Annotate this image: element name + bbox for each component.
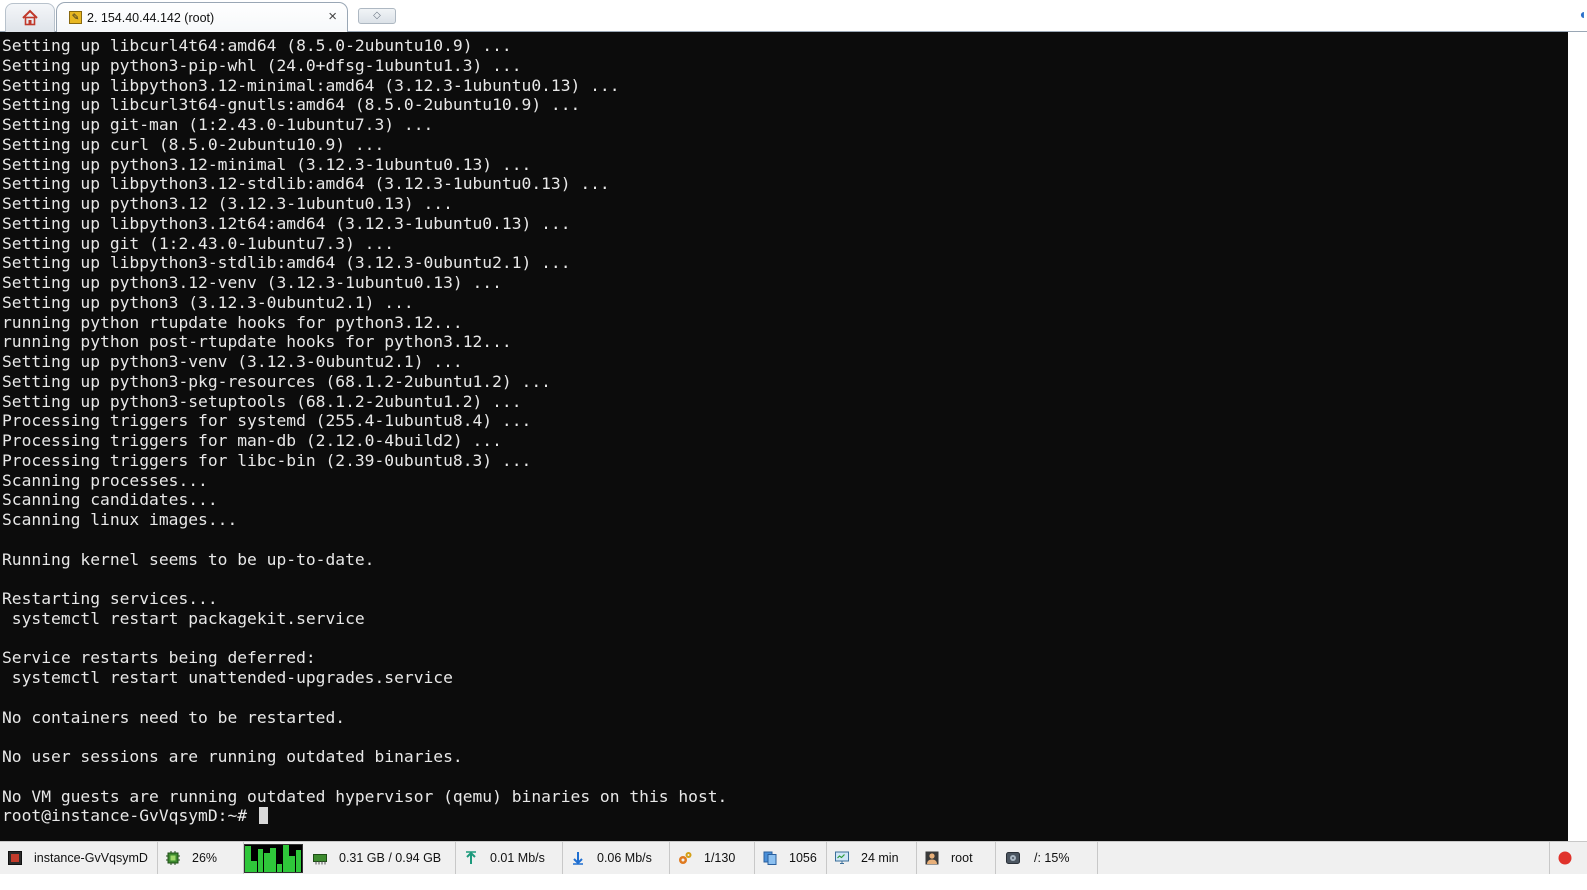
status-upload-value: 0.01 Mb/s [490, 851, 545, 865]
terminal-line: Setting up python3 (3.12.3-0ubuntu2.1) .… [2, 292, 414, 312]
cpu-graph-bar [251, 861, 258, 872]
status-host[interactable]: instance-GvVqsymD [0, 842, 158, 874]
terminal-line: Scanning processes... [2, 470, 208, 490]
terminal-line: running python rtupdate hooks for python… [2, 312, 463, 332]
user-icon [925, 851, 939, 865]
cpu-graph [244, 844, 303, 873]
terminal-line: Setting up libcurl4t64:amd64 (8.5.0-2ubu… [2, 36, 512, 55]
terminal-icon: ✎ [69, 11, 82, 24]
terminal-line: Setting up git (1:2.43.0-1ubuntu7.3) ... [2, 233, 395, 253]
terminal-line: running python post-rtupdate hooks for p… [2, 332, 512, 352]
terminal-line: No user sessions are running outdated bi… [2, 747, 463, 766]
cpu-icon [166, 851, 180, 865]
terminal-line: Setting up libpython3.12t64:amd64 (3.12.… [2, 213, 571, 233]
server-icon [8, 851, 22, 865]
terminal-line: Setting up python3-pkg-resources (68.1.2… [2, 371, 551, 391]
terminal-line: Setting up python3.12 (3.12.3-1ubuntu0.1… [2, 194, 453, 213]
terminal-line: Setting up curl (8.5.0-2ubuntu10.9) ... [2, 134, 385, 154]
terminal-line: Setting up python3-pip-whl (24.0+dfsg-1u… [2, 55, 522, 75]
terminal-line: Processing triggers for libc-bin (2.39-0… [2, 450, 532, 470]
terminal-view[interactable]: Setting up libcurl4t64:amd64 (8.5.0-2ubu… [0, 32, 1568, 841]
tab-session[interactable]: ✎ 2. 154.40.44.142 (root) × [56, 2, 348, 32]
terminal-line: Running kernel seems to be up-to-date. [2, 549, 375, 569]
memory-icon [313, 854, 327, 865]
status-memory-value: 0.31 GB / 0.94 GB [339, 851, 442, 865]
terminal-line: Processing triggers for systemd (255.4-1… [2, 411, 532, 431]
home-tab[interactable] [5, 3, 55, 32]
terminal-prompt: root@instance-GvVqsymD:~# [2, 806, 257, 826]
cpu-graph-bar [245, 846, 251, 872]
terminal-prompt-line[interactable]: root@instance-GvVqsymD:~# [2, 806, 1568, 826]
status-files-value: 1056 [789, 851, 817, 865]
status-disk[interactable]: /: 15% [996, 842, 1098, 874]
status-uptime[interactable]: 24 min [827, 842, 917, 874]
terminal-line: systemctl restart packagekit.service [2, 608, 365, 628]
status-processes-value: 1/130 [704, 851, 736, 865]
terminal-line: Scanning linux images... [2, 510, 238, 529]
disk-icon [1006, 852, 1020, 864]
cpu-graph-bar [289, 855, 296, 872]
terminal-line: Setting up python3.12-venv (3.12.3-1ubun… [2, 273, 502, 292]
terminal-line: Restarting services... [2, 589, 218, 608]
status-download-value: 0.06 Mb/s [597, 851, 652, 865]
terminal-line: Setting up libpython3.12-stdlib:amd64 (3… [2, 174, 610, 194]
terminal-line: No VM guests are running outdated hyperv… [2, 786, 728, 806]
terminal-line: Processing triggers for man-db (2.12.0-4… [2, 431, 502, 450]
new-tab-button[interactable]: ◇ [358, 8, 396, 24]
terminal-line: Setting up python3-setuptools (68.1.2-2u… [2, 391, 522, 411]
download-arrow-icon [573, 852, 583, 865]
home-icon [22, 9, 38, 26]
status-cpu[interactable]: 26% [158, 842, 244, 874]
terminal-line: No containers need to be restarted. [2, 707, 346, 727]
status-disk-value: /: 15% [1034, 851, 1070, 865]
terminal-line: systemctl restart unattended-upgrades.se… [2, 668, 453, 687]
status-download[interactable]: 0.06 Mb/s [563, 842, 670, 874]
status-processes[interactable]: 1/130 [670, 842, 755, 874]
status-user[interactable]: root [917, 842, 996, 874]
tab-bar: ✎ 2. 154.40.44.142 (root) × ◇ ◖ [0, 0, 1587, 32]
status-bar-bottom [0, 874, 1587, 890]
terminal-gutter [1568, 32, 1587, 841]
close-icon[interactable]: × [328, 9, 337, 24]
terminal-line: Setting up libcurl3t64-gnutls:amd64 (8.5… [2, 95, 581, 115]
terminal-output: Setting up libcurl4t64:amd64 (8.5.0-2ubu… [0, 32, 1568, 826]
cpu-graph-bar [283, 845, 289, 872]
monitor-icon [835, 851, 849, 864]
cpu-graph-bar [276, 863, 283, 872]
terminal-line: Setting up git-man (1:2.43.0-1ubuntu7.3)… [2, 115, 434, 134]
cpu-graph-bar [270, 847, 277, 872]
cpu-graph-bar [264, 853, 270, 872]
status-memory[interactable]: 0.31 GB / 0.94 GB [305, 842, 456, 874]
status-upload[interactable]: 0.01 Mb/s [456, 842, 563, 874]
status-user-value: root [951, 851, 973, 865]
gears-icon [679, 852, 692, 864]
terminal-line: Setting up python3.12-minimal (3.12.3-1u… [2, 154, 532, 174]
cpu-graph-bar [257, 849, 264, 872]
terminal-cursor [258, 807, 268, 825]
status-files[interactable]: 1056 [755, 842, 827, 874]
status-uptime-value: 24 min [861, 851, 899, 865]
files-icon [763, 851, 777, 865]
status-tail [1549, 842, 1587, 874]
status-cpu-value: 26% [192, 851, 218, 865]
terminal-line: Setting up libpython3.12-minimal:amd64 (… [2, 75, 620, 95]
terminal-line: Setting up libpython3-stdlib:amd64 (3.12… [2, 253, 571, 273]
status-bar: instance-GvVqsymD 26% 0.31 GB / 0.94 GB … [0, 841, 1587, 890]
status-host-label: instance-GvVqsymD [34, 851, 148, 865]
terminal-line: Scanning candidates... [2, 490, 218, 510]
alert-icon [1558, 851, 1572, 865]
upload-arrow-icon [466, 851, 476, 864]
terminal-line: Setting up python3-venv (3.12.3-0ubuntu2… [2, 352, 463, 371]
cpu-graph-bar [295, 850, 302, 872]
tab-session-title: 2. 154.40.44.142 (root) [87, 11, 215, 25]
terminal-line: Service restarts being deferred: [2, 648, 316, 668]
window-edge-icon: ◖ [1578, 6, 1587, 22]
